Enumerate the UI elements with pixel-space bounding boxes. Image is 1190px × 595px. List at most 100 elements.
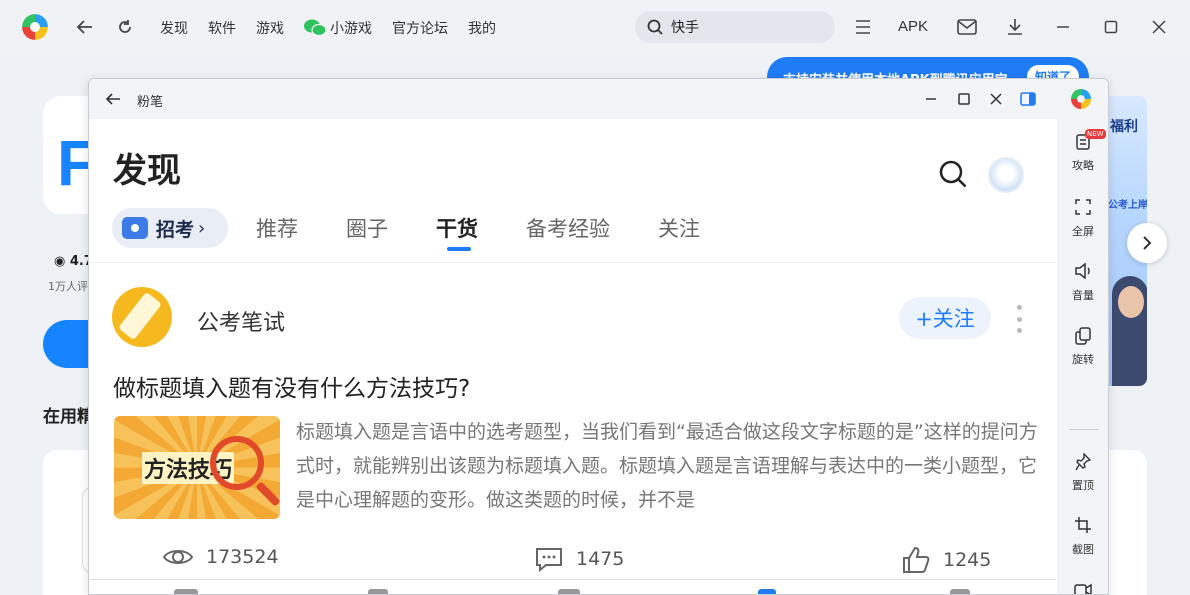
recruit-chip-label: 招考: [156, 218, 195, 241]
apk-button[interactable]: APK: [898, 18, 928, 35]
store-topbar: 发现 软件 游戏 小游戏 官方论坛 我的 APK: [0, 0, 1190, 56]
tab-follow[interactable]: 关注: [658, 213, 700, 243]
emulator-titlebar: 粉笔: [89, 79, 1108, 119]
store-search-box[interactable]: [635, 11, 835, 43]
menu-icon[interactable]: [852, 16, 874, 38]
fullscreen-icon: [1057, 199, 1108, 221]
search-icon: [647, 19, 663, 35]
user-avatar[interactable]: [988, 157, 1024, 193]
emulator-close-icon[interactable]: [986, 89, 1006, 109]
mail-icon[interactable]: [956, 16, 978, 38]
volume-icon: [1057, 262, 1108, 285]
side-record[interactable]: 录屏: [1057, 581, 1108, 594]
emulator-title: 粉笔: [137, 95, 164, 110]
chevron-right-icon: ›: [198, 217, 206, 239]
emulator-sidebar: NEW 攻略 全屏 音量 旋转 置顶 截图 录屏: [1057, 119, 1108, 594]
side-pin-label: 置顶: [1072, 479, 1094, 492]
side-screenshot-label: 截图: [1072, 543, 1094, 556]
chevron-right-icon: [1143, 236, 1152, 250]
bottom-nav-item[interactable]: [558, 589, 580, 594]
comments-count: 1475: [576, 548, 625, 570]
carousel-next-button[interactable]: [1127, 223, 1167, 263]
side-pin[interactable]: 置顶: [1057, 452, 1108, 493]
download-icon[interactable]: [1004, 16, 1026, 38]
more-options-icon[interactable]: [1014, 305, 1024, 333]
views-count: 173524: [206, 546, 279, 568]
minimize-icon[interactable]: [1052, 16, 1074, 38]
nav-games[interactable]: 游戏: [256, 18, 284, 38]
page-title: 发现: [113, 151, 181, 191]
briefcase-icon: [122, 217, 148, 239]
in-use-heading: 在用精: [43, 407, 94, 427]
side-strategy-label: 攻略: [1072, 159, 1094, 172]
crop-icon: [1057, 517, 1108, 539]
emulator-window: 粉笔 NEW 攻略 全屏 音量 旋转 置顶 截图 发现 招考 › 推荐 圈子 干…: [88, 78, 1109, 595]
nav-forum[interactable]: 官方论坛: [392, 18, 448, 38]
side-fullscreen-label: 全屏: [1072, 225, 1094, 238]
post-title[interactable]: 做标题填入题有没有什么方法技巧?: [113, 369, 470, 403]
side-strategy[interactable]: NEW 攻略: [1057, 129, 1108, 173]
store-nav: 发现 软件 游戏 小游戏 官方论坛 我的: [160, 18, 496, 38]
emulator-maximize-icon[interactable]: [954, 89, 974, 109]
nav-software[interactable]: 软件: [208, 18, 236, 38]
strategy-icon: NEW: [1057, 129, 1108, 155]
close-icon[interactable]: [1148, 16, 1170, 38]
bottom-nav-item[interactable]: [368, 589, 388, 594]
store-logo-icon[interactable]: [22, 14, 48, 40]
tab-circle[interactable]: 圈子: [346, 213, 388, 243]
new-badge: NEW: [1085, 129, 1106, 139]
promo-title: 福利: [1110, 119, 1138, 135]
emulator-minimize-icon[interactable]: [921, 89, 941, 109]
recommend-card-right: [1109, 450, 1147, 595]
author-name[interactable]: 公考笔试: [197, 305, 285, 337]
eye-icon: [162, 550, 194, 564]
tab-exam-experience[interactable]: 备考经验: [526, 213, 610, 243]
author-avatar[interactable]: [112, 287, 172, 347]
bottom-nav-item[interactable]: [174, 589, 198, 594]
magnifier-icon: [210, 436, 264, 490]
rotate-icon: [1057, 327, 1108, 349]
tab-recommend[interactable]: 推荐: [256, 213, 298, 243]
side-volume[interactable]: 音量: [1057, 262, 1108, 303]
app-reviewers: 1万人评: [48, 280, 88, 293]
side-rotate-label: 旋转: [1072, 353, 1094, 366]
bottom-nav-item[interactable]: [950, 589, 970, 594]
install-button[interactable]: [43, 320, 89, 368]
pencil-icon: [117, 291, 163, 341]
likes-count: 1245: [943, 549, 992, 571]
emulator-back-icon[interactable]: [103, 89, 123, 109]
follow-button[interactable]: +关注: [899, 297, 991, 339]
comments-stat[interactable]: 1475: [534, 546, 624, 572]
nav-minigame-label: 小游戏: [330, 21, 372, 37]
maximize-icon[interactable]: [1100, 16, 1122, 38]
comment-icon: [536, 548, 562, 572]
sidebar-divider: [1069, 429, 1099, 430]
tab-dry-goods[interactable]: 干货: [436, 213, 478, 251]
content-tabs: 推荐 圈子 干货 备考经验 关注: [256, 213, 700, 251]
likes-stat[interactable]: 1245: [901, 546, 991, 574]
post-excerpt[interactable]: 标题填入题是言语中的选考题型，当我们看到“最适合做这段文字标题的是”这样的提问方…: [296, 415, 1038, 517]
side-screenshot[interactable]: 截图: [1057, 517, 1108, 557]
sidebar-toggle-icon[interactable]: [1018, 89, 1038, 109]
post-thumbnail[interactable]: 方法技巧: [114, 416, 280, 519]
side-fullscreen[interactable]: 全屏: [1057, 199, 1108, 239]
rating-icon: ◉: [54, 254, 66, 269]
thumbs-up-icon: [903, 546, 930, 573]
tabs-divider: [90, 262, 1056, 263]
promo-face-image: [1118, 286, 1144, 318]
nav-discover[interactable]: 发现: [160, 18, 188, 38]
record-icon: [1057, 581, 1108, 594]
side-rotate[interactable]: 旋转: [1057, 327, 1108, 367]
search-input[interactable]: [671, 19, 821, 35]
side-volume-label: 音量: [1072, 289, 1094, 302]
nav-minigame[interactable]: 小游戏: [304, 18, 372, 38]
app-search-icon[interactable]: [938, 159, 968, 189]
wechat-icon: [304, 19, 326, 37]
nav-mine[interactable]: 我的: [468, 18, 496, 38]
promo-subtitle: 公考上岸: [1108, 200, 1147, 211]
recruit-chip[interactable]: 招考 ›: [112, 208, 228, 248]
bottom-nav-item[interactable]: [758, 589, 776, 594]
magnifier-handle: [255, 481, 280, 507]
refresh-icon[interactable]: [114, 16, 136, 38]
back-arrow-icon[interactable]: [74, 16, 96, 38]
